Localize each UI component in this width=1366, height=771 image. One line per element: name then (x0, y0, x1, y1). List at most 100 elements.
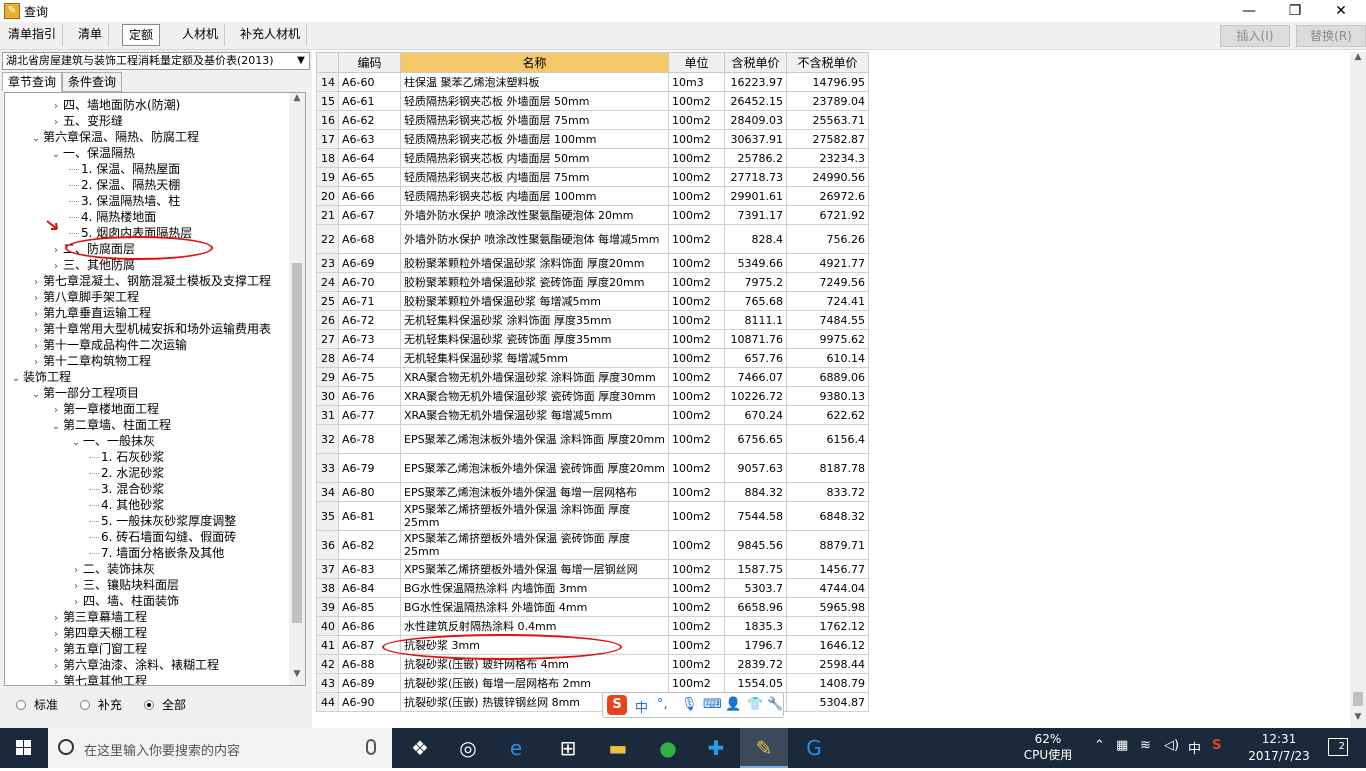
tree-node[interactable]: › 第十二章构筑物工程 (29, 353, 151, 369)
unit-cell[interactable]: 100m2 (668, 482, 725, 502)
name-cell[interactable]: 胶粉聚苯颗粒外墙保温砂浆 瓷砖饰面 厚度20mm (400, 272, 669, 292)
name-cell[interactable]: EPS聚苯乙烯泡沫板外墙外保温 涂料饰面 厚度20mm (400, 424, 669, 454)
row-index[interactable]: 29 (316, 367, 339, 387)
table-row[interactable]: 21 A6-67 外墙外防水保护 喷涂改性聚氨酯硬泡体 20mm 100m2 7391.… (316, 205, 869, 225)
table-row[interactable]: 15 A6-61 轻质隔热彩钢夹芯板 外墙面层 50mm 100m2 26452.15 2… (316, 91, 869, 111)
table-row[interactable]: 26 A6-72 无机轻集料保温砂浆 涂料饰面 厚度35mm 100m2 8111.1 7… (316, 310, 869, 330)
code-cell[interactable]: A6-62 (338, 110, 401, 130)
name-cell[interactable]: 无机轻集料保温砂浆 瓷砖饰面 厚度35mm (400, 329, 669, 349)
name-cell[interactable]: XRA聚合物无机外墙保温砂浆 瓷砖饰面 厚度30mm (400, 386, 669, 406)
unit-cell[interactable]: 100m2 (668, 224, 725, 254)
unit-cell[interactable]: 100m2 (668, 673, 725, 693)
ime-indicator[interactable]: 中 (1188, 738, 1201, 757)
tree-node[interactable]: 3. 混合砂浆 (89, 481, 164, 497)
notax-price-cell[interactable]: 724.41 (786, 291, 869, 311)
name-cell[interactable]: XRA聚合物无机外墙保温砂浆 涂料饰面 厚度30mm (400, 367, 669, 387)
row-index[interactable]: 20 (316, 186, 339, 206)
notax-price-cell[interactable]: 5304.87 (786, 692, 869, 712)
notax-price-cell[interactable]: 4921.77 (786, 253, 869, 273)
wrench-icon[interactable]: 🔧 (767, 697, 783, 712)
tree-node[interactable]: 5. 一般抹灰砂浆厚度调整 (89, 513, 236, 529)
row-index[interactable]: 15 (316, 91, 339, 111)
notax-price-cell[interactable]: 27582.87 (786, 129, 869, 149)
tree-node[interactable]: 3. 保温隔热墙、柱 (69, 193, 180, 209)
unit-cell[interactable]: 100m2 (668, 272, 725, 292)
scroll-up-icon[interactable]: ▲ (289, 93, 305, 109)
tree-node[interactable]: ⌄ 一、保温隔热 (49, 145, 135, 161)
tax-price-cell[interactable]: 1835.3 (724, 616, 787, 636)
keyboard-icon[interactable]: ⌨ (703, 697, 722, 712)
tree-node[interactable]: 1. 保温、隔热屋面 (69, 161, 180, 177)
tax-price-cell[interactable]: 8111.1 (724, 310, 787, 330)
tax-price-cell[interactable]: 5303.7 (724, 578, 787, 598)
row-index[interactable]: 19 (316, 167, 339, 187)
row-index[interactable]: 18 (316, 148, 339, 168)
tree-node[interactable]: ⌄ 装饰工程 (9, 369, 71, 385)
code-cell[interactable]: A6-84 (338, 578, 401, 598)
tree-node[interactable]: ⌄ 第六章保温、隔热、防腐工程 (29, 129, 199, 145)
name-cell[interactable]: 柱保温 聚苯乙烯泡沫塑料板 (400, 72, 669, 92)
table-row[interactable]: 19 A6-65 轻质隔热彩钢夹芯板 内墙面层 75mm 100m2 27718.73 2… (316, 167, 869, 187)
tax-price-cell[interactable]: 9845.56 (724, 530, 787, 560)
code-cell[interactable]: A6-74 (338, 348, 401, 368)
notax-price-cell[interactable]: 6721.92 (786, 205, 869, 225)
name-cell[interactable]: 轻质隔热彩钢夹芯板 内墙面层 50mm (400, 148, 669, 168)
tab-quota[interactable]: 定额 (122, 24, 161, 46)
table-row[interactable]: 43 A6-89 抗裂砂浆(压嵌) 每增一层网格布 2mm 100m2 1554.05 1… (316, 673, 869, 693)
table-row[interactable]: 35 A6-81 XPS聚苯乙烯挤塑板外墙外保温 涂料饰面 厚度25mm 100m2 7… (316, 501, 869, 531)
ime-lang-toggle[interactable]: 中 (635, 697, 648, 716)
row-index[interactable]: 16 (316, 110, 339, 130)
tree-scroll-thumb[interactable] (292, 263, 302, 623)
notax-price-cell[interactable]: 23789.04 (786, 91, 869, 111)
code-cell[interactable]: A6-83 (338, 559, 401, 579)
insert-button[interactable]: 插入(I) (1220, 25, 1290, 47)
unit-cell[interactable]: 100m2 (668, 310, 725, 330)
unit-cell[interactable]: 100m2 (668, 167, 725, 187)
row-index[interactable]: 22 (316, 224, 339, 254)
tax-price-cell[interactable]: 6756.65 (724, 424, 787, 454)
name-cell[interactable]: 无机轻集料保温砂浆 涂料饰面 厚度35mm (400, 310, 669, 330)
tree-node[interactable]: › 五、变形缝 (49, 113, 123, 129)
notification-center-icon[interactable]: 2 (1328, 738, 1348, 756)
notax-price-cell[interactable]: 9975.62 (786, 329, 869, 349)
row-index[interactable]: 24 (316, 272, 339, 292)
chevron-down-icon[interactable]: ⌄ (49, 147, 63, 163)
cpu-usage[interactable]: 62% CPU使用 (1020, 731, 1076, 763)
unit-cell[interactable]: 100m2 (668, 453, 725, 483)
radio-standard[interactable]: 标准 (16, 696, 58, 713)
code-cell[interactable]: A6-90 (338, 692, 401, 712)
clock[interactable]: 12:31 2017/7/23 (1244, 731, 1314, 765)
tax-price-cell[interactable]: 29901.61 (724, 186, 787, 206)
ime-punct-toggle[interactable]: °, (657, 697, 668, 712)
code-cell[interactable]: A6-76 (338, 386, 401, 406)
unit-cell[interactable]: 100m2 (668, 367, 725, 387)
table-row[interactable]: 22 A6-68 外墙外防水保护 喷涂改性聚氨酯硬泡体 每增减5mm 100m2 828… (316, 224, 869, 254)
unit-cell[interactable]: 10m3 (668, 72, 725, 92)
chevron-down-icon[interactable]: ⌄ (29, 131, 43, 147)
edge-browser-icon[interactable]: e (492, 728, 540, 768)
tree-node[interactable]: › 第八章脚手架工程 (29, 289, 139, 305)
tax-price-cell[interactable]: 657.76 (724, 348, 787, 368)
tax-price-cell[interactable]: 765.68 (724, 291, 787, 311)
tree-node[interactable]: 4. 隔热楼地面 (69, 209, 156, 225)
table-row[interactable]: 30 A6-76 XRA聚合物无机外墙保温砂浆 瓷砖饰面 厚度30mm 100m2 10… (316, 386, 869, 406)
tree-node[interactable]: › 第三章幕墙工程 (49, 609, 147, 625)
notax-price-cell[interactable]: 833.72 (786, 482, 869, 502)
row-index[interactable]: 25 (316, 291, 339, 311)
notax-price-cell[interactable]: 25563.71 (786, 110, 869, 130)
tax-price-cell[interactable]: 16223.97 (724, 72, 787, 92)
name-cell[interactable]: 抗裂砂浆(压嵌) 每增一层网格布 2mm (400, 673, 669, 693)
notax-price-cell[interactable]: 4744.04 (786, 578, 869, 598)
code-cell[interactable]: A6-85 (338, 597, 401, 617)
row-index[interactable]: 44 (316, 692, 339, 712)
row-index[interactable]: 42 (316, 654, 339, 674)
tax-price-cell[interactable]: 26452.15 (724, 91, 787, 111)
tax-price-cell[interactable]: 27718.73 (724, 167, 787, 187)
notax-price-cell[interactable]: 6848.32 (786, 501, 869, 531)
row-index[interactable]: 27 (316, 329, 339, 349)
table-row[interactable]: 40 A6-86 水性建筑反射隔热涂料 0.4mm 100m2 1835.3 1762.1… (316, 616, 869, 636)
tree-node[interactable]: › 第九章垂直运输工程 (29, 305, 151, 321)
tab-chapter-query[interactable]: 章节查询 (2, 72, 63, 92)
notax-price-cell[interactable]: 622.62 (786, 405, 869, 425)
name-cell[interactable]: 轻质隔热彩钢夹芯板 外墙面层 100mm (400, 129, 669, 149)
